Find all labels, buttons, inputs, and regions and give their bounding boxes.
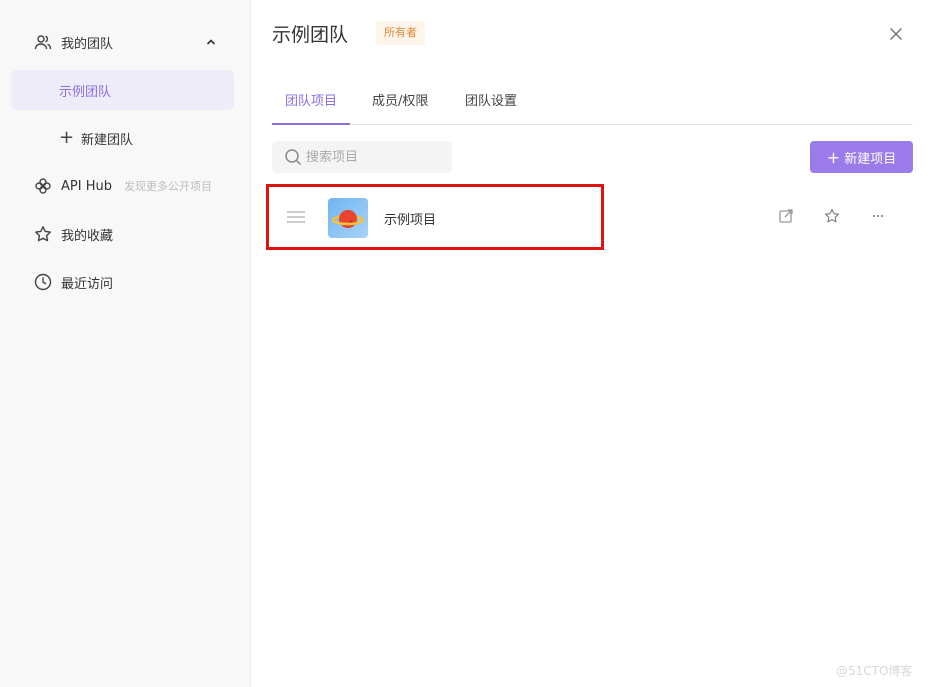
sidebar-item-label: 最近访问 [61, 276, 114, 292]
search-box [272, 141, 452, 173]
sidebar-item-my-team[interactable]: 我的团队 [11, 22, 234, 62]
sidebar-item-label: API Hub [61, 178, 112, 194]
sidebar: 我的团队 示例团队 + 新建团队 API Hub 发现更多公开项目 我的收藏 最… [0, 0, 251, 687]
chevron-up-icon[interactable] [204, 35, 218, 49]
favorite-star-icon[interactable] [823, 207, 841, 225]
page-title: 示例团队 [272, 24, 349, 46]
api-hub-hint: 发现更多公开项目 [123, 180, 212, 193]
star-icon [33, 224, 53, 244]
plus-icon: + [59, 127, 75, 148]
app-root: 我的团队 示例团队 + 新建团队 API Hub 发现更多公开项目 我的收藏 最… [0, 0, 933, 687]
tab-members-permissions[interactable]: 成员/权限 [372, 86, 428, 125]
sidebar-item-example-team[interactable]: 示例团队 [11, 70, 234, 110]
tab-team-projects[interactable]: 团队项目 [272, 86, 351, 125]
sidebar-item-label: 示例团队 [59, 84, 112, 100]
sidebar-item-api-hub[interactable]: API Hub 发现更多公开项目 [11, 166, 234, 206]
more-icon[interactable] [869, 207, 887, 225]
team-icon [33, 32, 53, 52]
tab-team-settings[interactable]: 团队设置 [465, 86, 517, 125]
plus-icon: + [826, 147, 841, 167]
highlight-box [266, 184, 604, 250]
close-icon[interactable] [886, 24, 906, 44]
sidebar-item-favorites[interactable]: 我的收藏 [11, 214, 234, 254]
sidebar-item-new-team[interactable]: + 新建团队 [11, 118, 234, 158]
new-project-button[interactable]: + 新建项目 [810, 141, 913, 173]
new-project-label: 新建项目 [844, 151, 897, 167]
owner-badge: 所有者 [376, 21, 425, 45]
sidebar-item-label: 新建团队 [81, 132, 134, 148]
watermark: @51CTO博客 [836, 664, 913, 678]
tab-bar: 团队项目 成员/权限 团队设置 [272, 86, 913, 125]
api-hub-icon [33, 176, 53, 196]
clock-icon [33, 272, 53, 292]
sidebar-item-recent[interactable]: 最近访问 [11, 262, 234, 302]
sidebar-item-label: 我的团队 [61, 36, 114, 52]
open-external-icon[interactable] [777, 207, 795, 225]
search-input[interactable] [306, 149, 446, 165]
search-icon [285, 149, 302, 166]
sidebar-item-label: 我的收藏 [61, 228, 114, 244]
